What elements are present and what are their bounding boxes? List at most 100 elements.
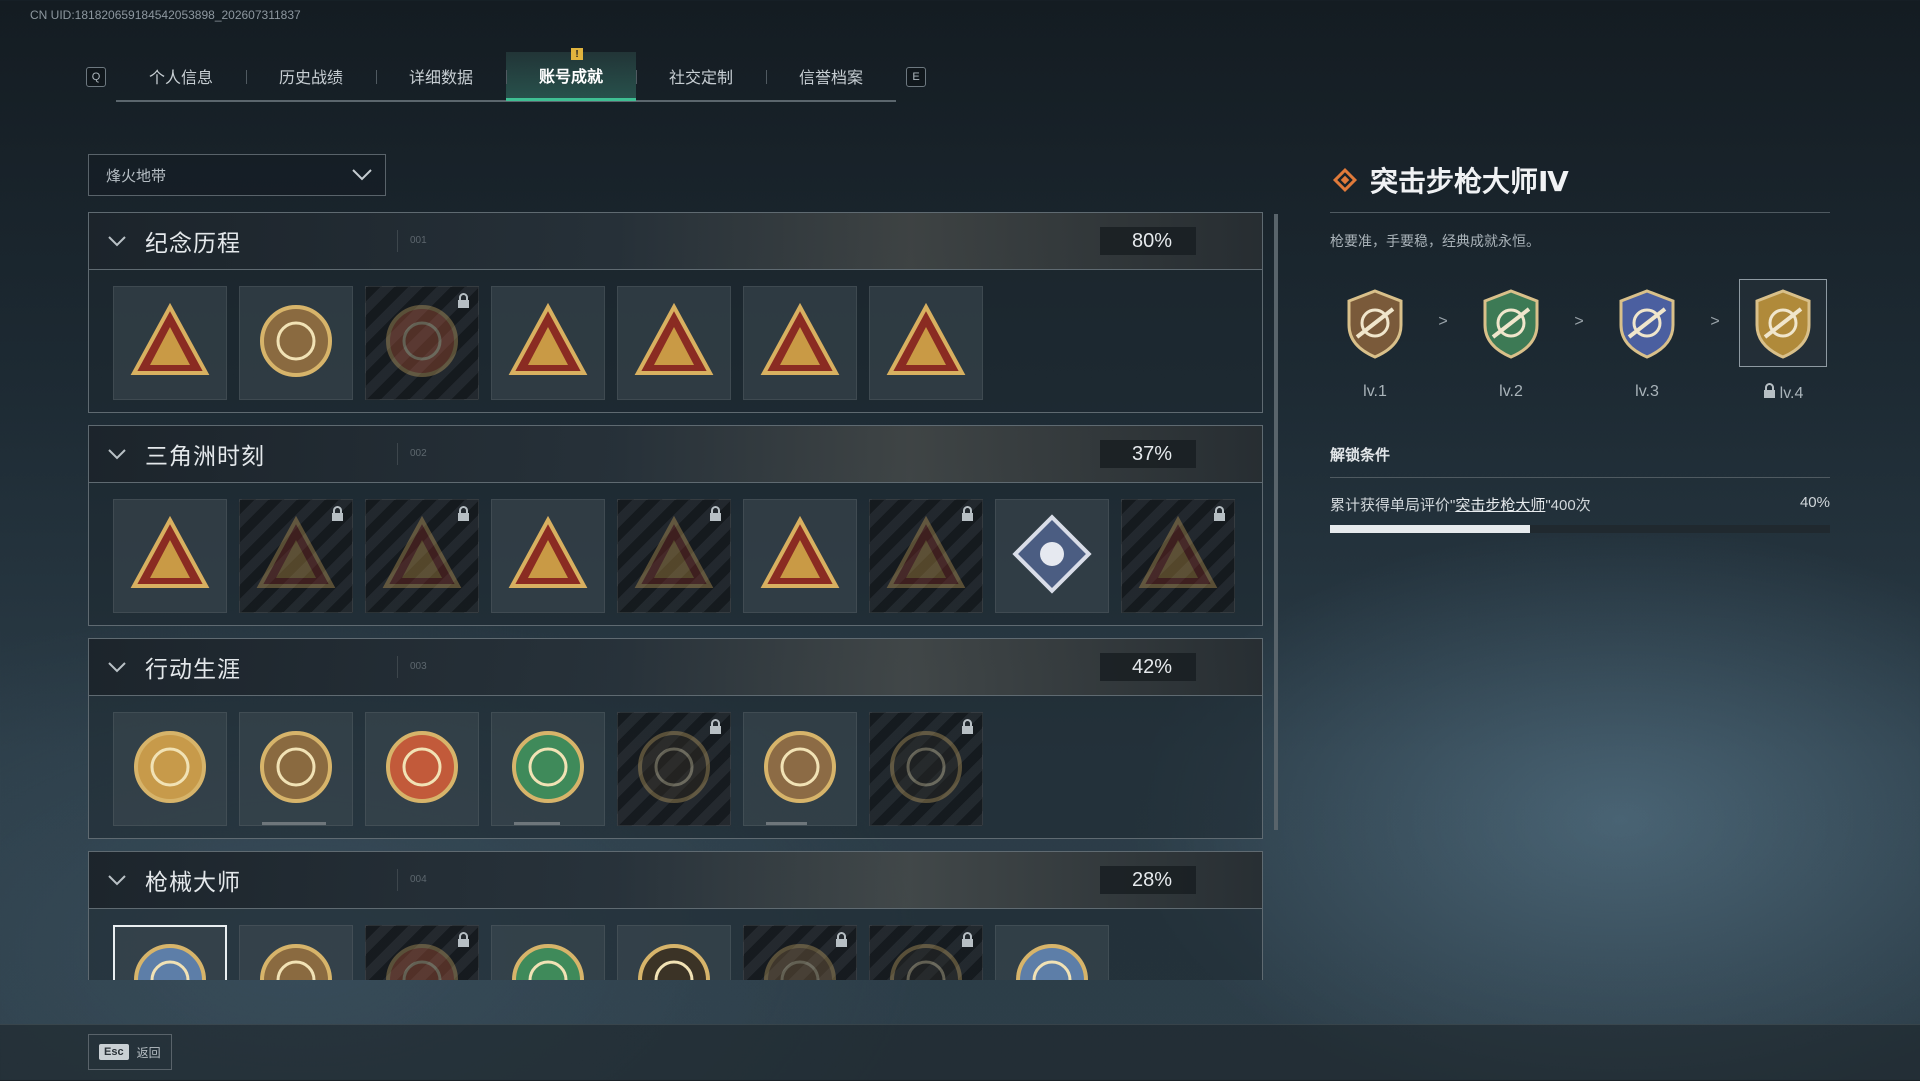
achievement-badge-tile[interactable]: [869, 499, 983, 613]
badge-grid: [89, 270, 1262, 412]
skull-medal-icon: [760, 727, 840, 812]
chevron-down-icon[interactable]: [89, 448, 145, 460]
rifle-shield-icon: [1739, 279, 1827, 367]
user-uid: CN UID:1818206591845420538​98_2026073118…: [30, 8, 301, 22]
top-tab-bar: Q 个人信息 历史战绩 详细数据 账号成就 ! 社交定制 信誉档案 E: [86, 48, 926, 102]
level-arrow: >: [1710, 313, 1720, 330]
launcher-master-badge-icon: [1012, 940, 1092, 980]
pistol-master-badge-icon: [760, 940, 840, 980]
unlock-condition-percent: 40%: [1799, 494, 1830, 511]
category-header[interactable]: 纪念历程 001 80%: [89, 213, 1262, 270]
game-mode-dropdown[interactable]: 烽火地带: [88, 154, 386, 196]
level-item[interactable]: lv.4: [1738, 279, 1828, 404]
achievement-badge-tile[interactable]: [995, 499, 1109, 613]
shotgun-master-badge-icon: [508, 940, 588, 980]
category-index: 002: [397, 443, 427, 465]
lock-icon: [1213, 506, 1226, 527]
tab-list: 个人信息 历史战绩 详细数据 账号成就 ! 社交定制 信誉档案: [116, 48, 896, 102]
level-item[interactable]: lv.2: [1466, 279, 1556, 401]
tab-personal-info[interactable]: 个人信息: [116, 52, 246, 100]
detail-header: 突击步枪大师Ⅳ: [1330, 160, 1830, 213]
achievement-badge-tile[interactable]: [869, 286, 983, 400]
level-label: lv.2: [1499, 383, 1523, 401]
creature-badge-icon: [886, 514, 966, 599]
category-header[interactable]: 行动生涯 003 42%: [89, 639, 1262, 696]
achievement-badge-tile[interactable]: [239, 499, 353, 613]
achievement-badge-tile[interactable]: [113, 286, 227, 400]
lock-icon: [457, 932, 470, 953]
green-shield-medal-icon: [508, 727, 588, 812]
condition-link[interactable]: 突击步枪大师: [1455, 497, 1545, 514]
achievement-badge-tile[interactable]: [491, 286, 605, 400]
achievement-badge-tile[interactable]: [743, 712, 857, 826]
achievement-badge-tile[interactable]: [113, 925, 227, 980]
achievement-badge-tile[interactable]: [239, 712, 353, 826]
lock-icon: [1763, 383, 1776, 404]
wings-medal-icon: [382, 727, 462, 812]
list-scrollbar[interactable]: [1274, 214, 1278, 830]
category-title: 行动生涯: [145, 656, 241, 682]
prev-tab-key-hint[interactable]: Q: [86, 67, 106, 87]
star-medal-icon: [130, 727, 210, 812]
chevron-down-icon[interactable]: [89, 874, 145, 886]
achievement-badge-tile[interactable]: [365, 286, 479, 400]
tab-history[interactable]: 历史战绩: [246, 52, 376, 100]
marksman-master-badge-icon: [886, 940, 966, 980]
squad-badge-icon: [508, 514, 588, 599]
lock-icon: [331, 506, 344, 527]
category-header[interactable]: 枪械大师 004 28%: [89, 852, 1262, 909]
achievement-badge-tile[interactable]: [617, 925, 731, 980]
achievement-badge-tile[interactable]: [365, 712, 479, 826]
category-index: 004: [397, 869, 427, 891]
badge-progress-bar: [514, 822, 560, 825]
level-item[interactable]: lv.3: [1602, 279, 1692, 401]
tab-detailed-data[interactable]: 详细数据: [376, 52, 506, 100]
achievement-badge-tile[interactable]: [365, 925, 479, 980]
achievement-badge-tile[interactable]: [491, 925, 605, 980]
achievement-detail-panel: 突击步枪大师Ⅳ 枪要准，手要稳，经典成就永恒。 lv.1 > lv.2 > lv.3 > l…: [1330, 160, 1830, 533]
runner-badge-icon: [256, 514, 336, 599]
achievement-badge-tile[interactable]: [365, 499, 479, 613]
tab-credit-profile[interactable]: 信誉档案: [766, 52, 896, 100]
detail-title: 突击步枪大师Ⅳ: [1370, 166, 1569, 197]
achievement-badge-tile[interactable]: [617, 712, 731, 826]
number-one-badge-icon: [886, 301, 966, 386]
achievement-badge-tile[interactable]: [491, 499, 605, 613]
rifle-shield-icon: [1331, 279, 1419, 367]
next-tab-key-hint[interactable]: E: [906, 67, 926, 87]
rifle-master-badge-icon: [130, 940, 210, 980]
lock-icon: [961, 506, 974, 527]
rifle-shield-icon: [1603, 279, 1691, 367]
achievement-badge-tile[interactable]: [113, 499, 227, 613]
achievement-badge-tile[interactable]: [617, 499, 731, 613]
tab-social-custom[interactable]: 社交定制: [636, 52, 766, 100]
achievement-badge-tile[interactable]: [1121, 499, 1235, 613]
tab-achievements[interactable]: 账号成就 !: [506, 48, 636, 101]
achievement-badge-tile[interactable]: [743, 925, 857, 980]
achievement-badge-tile[interactable]: [869, 925, 983, 980]
chevron-down-icon[interactable]: [89, 661, 145, 673]
team-badge-icon: [634, 514, 714, 599]
lock-icon: [457, 293, 470, 314]
helicopter-badge-icon: [256, 301, 336, 386]
achievement-badge-tile[interactable]: [869, 712, 983, 826]
achievement-badge-tile[interactable]: [239, 925, 353, 980]
level-item[interactable]: lv.1: [1330, 279, 1420, 401]
level-text: lv.1: [1363, 383, 1387, 400]
back-button[interactable]: Esc 返回: [88, 1034, 172, 1070]
level-label: lv.3: [1635, 383, 1659, 401]
achievement-category-list[interactable]: 纪念历程 001 80% 三角洲时刻 002 37% 行动生涯 003 42% 枪械大师 004 28…: [88, 212, 1263, 980]
category-header[interactable]: 三角洲时刻 002 37%: [89, 426, 1262, 483]
achievement-badge-tile[interactable]: [743, 499, 857, 613]
chevron-down-icon[interactable]: [89, 235, 145, 247]
achievement-badge-tile[interactable]: [617, 286, 731, 400]
achievement-badge-tile[interactable]: [239, 286, 353, 400]
unlock-condition-title: 解锁条件: [1330, 444, 1830, 478]
gold-wave-badge-icon: [760, 301, 840, 386]
achievement-badge-tile[interactable]: [113, 712, 227, 826]
achievement-badge-tile[interactable]: [743, 286, 857, 400]
achievement-badge-tile[interactable]: [995, 925, 1109, 980]
footer-bar: [0, 1024, 1920, 1081]
sniper-master-badge-icon: [382, 940, 462, 980]
achievement-badge-tile[interactable]: [491, 712, 605, 826]
